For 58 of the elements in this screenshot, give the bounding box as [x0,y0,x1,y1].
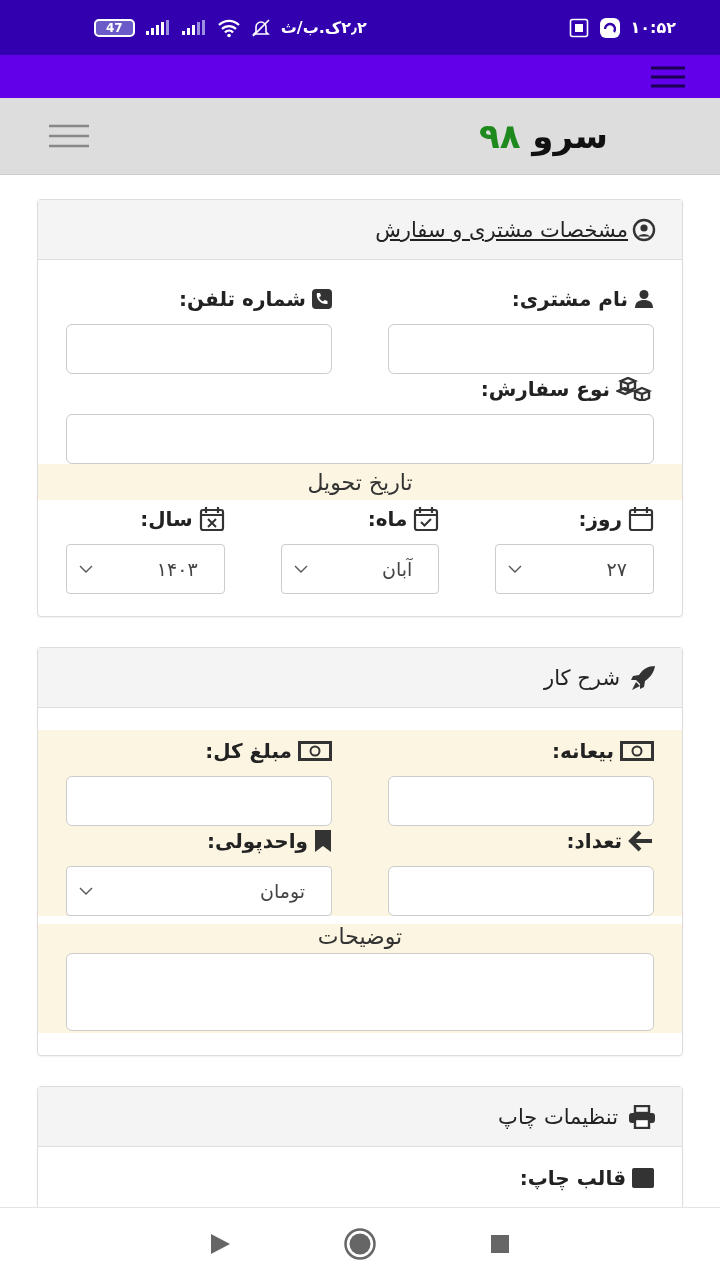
clock: ۱۰:۵۲ [630,18,676,37]
back-icon[interactable] [209,1233,231,1255]
quantity-field[interactable] [388,866,654,916]
field-label: نوع سفارش: [480,377,610,401]
user-icon [634,289,654,309]
section-subheading: تاریخ تحویل [307,469,413,495]
field-label: شماره تلفن: [179,287,306,311]
dropdown[interactable]: ۱۴۰۳ [66,544,225,594]
field-label: بیعانه: [551,739,614,763]
field-label: روز: [578,507,622,531]
section-title-link[interactable]: مشخصات مشتری و سفارش [375,217,628,242]
cubes-icon [616,377,654,401]
total-field[interactable] [66,776,332,826]
order-type-field[interactable] [66,414,654,464]
caret-icon [79,565,93,573]
bookmark-icon [314,829,332,853]
phone-icon [312,289,332,309]
dropdown[interactable]: ۲۷ [495,544,654,594]
calendar-check-icon [413,506,440,532]
arrow-left-icon [628,830,654,852]
network-speed: ۲٫۲ک.ب/ث [280,18,367,37]
field-label: واحدپولی: [206,829,308,853]
phone-field[interactable] [66,324,332,374]
app-icon [598,16,621,39]
square-icon [632,1168,654,1188]
menu-icon[interactable] [48,124,90,148]
site-logo[interactable]: سرو ۹۸ [478,116,608,156]
home-icon[interactable] [343,1227,377,1261]
signal-icon [144,19,171,36]
section-title: تنظیمات چاپ [498,1104,618,1129]
field-label: مبلغ کل: [205,739,292,763]
muted-bell-icon [250,17,271,38]
currency-dropdown[interactable]: تومان [66,866,332,916]
customer-name-field[interactable] [388,324,654,374]
money-icon [298,741,332,761]
section-title: شرح کار [544,665,620,690]
caret-icon [293,565,308,573]
rocket-icon [630,664,656,691]
field-label: ماه: [367,507,408,531]
deposit-field[interactable] [388,776,654,826]
signal-icon [180,19,207,36]
battery-level: 47 [94,18,135,37]
dropdown[interactable]: آبان [280,544,440,594]
caret-icon [508,565,523,573]
notes-field[interactable] [66,953,654,1031]
caret-icon [79,887,93,895]
field-label: نام مشتری: [511,287,628,311]
menu-icon[interactable] [650,65,686,88]
wifi-icon [216,17,241,38]
field-label: تعداد: [566,829,622,853]
printer-icon [628,1104,656,1129]
calendar-x-icon [198,506,225,532]
field-label: سال: [140,507,193,531]
section-subheading: توضیحات [317,924,403,949]
field-label: قالب چاپ: [519,1166,626,1190]
money-icon [620,741,654,761]
user-circle-icon [632,217,656,242]
recents-icon[interactable] [489,1233,511,1255]
